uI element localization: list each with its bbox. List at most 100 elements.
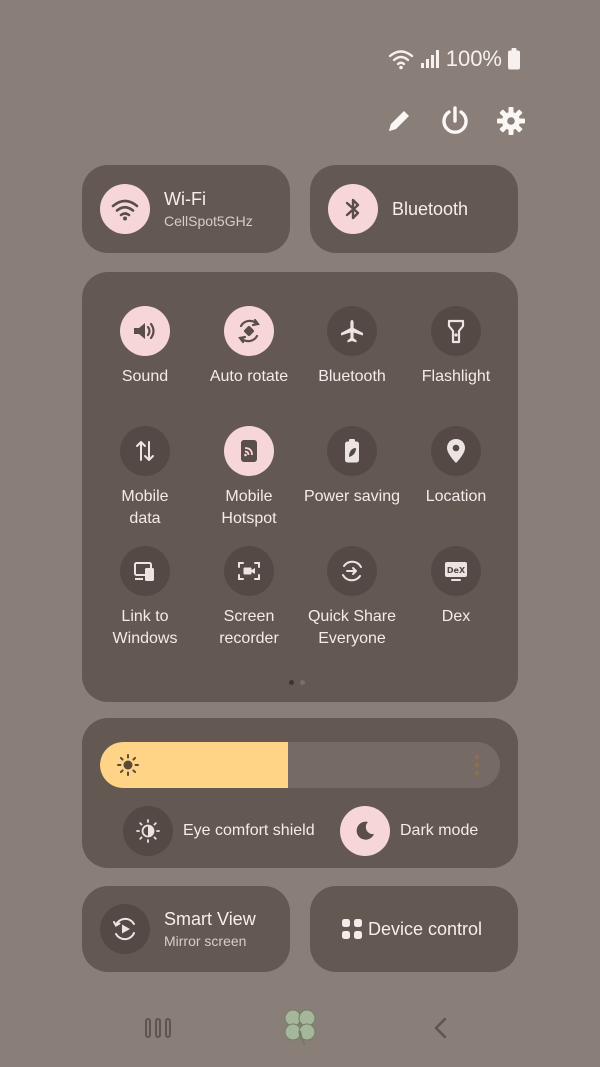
quick-settings-grid: Sound Auto rotate Bluetooth Flashlight M…	[82, 272, 518, 702]
power-icon	[442, 106, 468, 134]
smart-view-icon	[113, 917, 135, 941]
qs-mobile-hotspot-label: Mobile Hotspot	[221, 488, 277, 527]
page-dot	[300, 680, 305, 685]
bluetooth-tile[interactable]: Bluetooth	[310, 165, 518, 253]
cell-signal-icon	[420, 50, 439, 68]
edit-button[interactable]	[382, 104, 416, 138]
qs-auto-rotate-toggle[interactable]	[224, 306, 274, 356]
qs-link-to-windows-toggle[interactable]	[120, 546, 170, 596]
dark-mode[interactable]: Dark mode	[340, 806, 478, 856]
recents-button[interactable]	[138, 1008, 178, 1048]
qs-sound[interactable]: Sound	[93, 306, 197, 388]
flashlight-icon	[447, 319, 465, 344]
back-chevron-icon	[434, 1017, 447, 1039]
qs-power-saving-label: Power saving	[303, 488, 401, 505]
qs-quick-share-toggle[interactable]	[327, 546, 377, 596]
qs-dex-toggle[interactable]: DeX	[431, 546, 481, 596]
qs-sound-label: Sound	[121, 368, 169, 385]
bluetooth-title: Bluetooth	[392, 198, 469, 219]
brightness-more-icon[interactable]	[474, 754, 480, 776]
qs-quick-share[interactable]: Quick Share Everyone	[300, 546, 404, 650]
smart-view-toggle[interactable]	[100, 904, 150, 954]
battery-percent: 100%	[445, 46, 502, 71]
wifi-icon	[111, 199, 139, 221]
wifi-toggle[interactable]	[100, 184, 150, 234]
qs-power-saving[interactable]: Power saving	[300, 426, 404, 508]
qs-dex-label: Dex	[441, 608, 471, 625]
qs-location-label: Location	[425, 488, 487, 505]
data-arrows-icon	[136, 441, 154, 461]
qs-screen-recorder[interactable]: Screen recorder	[197, 546, 301, 650]
qs-location-toggle[interactable]	[431, 426, 481, 476]
moon-icon	[356, 821, 374, 840]
qs-mobile-hotspot[interactable]: Mobile Hotspot	[197, 426, 301, 530]
qs-link-to-windows-label: Link to Windows	[112, 608, 178, 647]
screen-recorder-icon	[238, 562, 260, 580]
eye-comfort-icon	[136, 819, 160, 843]
page-dot-active	[289, 680, 294, 685]
device-control-icon	[342, 919, 362, 939]
qs-location[interactable]: Location	[404, 426, 508, 508]
dex-icon: DeX	[445, 562, 467, 581]
page-indicator	[289, 680, 305, 685]
qs-power-saving-toggle[interactable]	[327, 426, 377, 476]
qs-airplane-label: Bluetooth	[318, 368, 386, 385]
qs-airplane-mode[interactable]: Bluetooth	[300, 306, 404, 388]
wifi-network-name: CellSpot5GHz	[164, 213, 253, 229]
wifi-title: Wi-Fi	[164, 189, 206, 209]
wifi-tile[interactable]: Wi-Fi CellSpot5GHz	[82, 165, 290, 253]
pencil-icon	[389, 111, 409, 131]
status-bar: 100%	[388, 46, 520, 72]
qs-dex[interactable]: DeX Dex	[404, 546, 508, 628]
device-control-tile[interactable]: Device control	[310, 886, 518, 972]
recents-icon	[145, 1018, 171, 1038]
qs-link-to-windows[interactable]: Link to Windows	[93, 546, 197, 650]
qs-mobile-data[interactable]: Mobile data	[93, 426, 197, 530]
dark-mode-label: Dark mode	[400, 822, 478, 839]
rotate-icon	[238, 318, 260, 344]
bluetooth-toggle[interactable]	[328, 184, 378, 234]
bluetooth-icon	[345, 198, 360, 220]
qs-airplane-toggle[interactable]	[327, 306, 377, 356]
top-actions	[382, 104, 528, 138]
qs-flashlight-label: Flashlight	[421, 368, 491, 385]
eye-comfort-toggle[interactable]	[123, 806, 173, 856]
clover-icon	[284, 1009, 316, 1046]
qs-auto-rotate-label: Auto rotate	[209, 368, 289, 385]
gear-icon	[497, 107, 525, 135]
brightness-slider[interactable]	[100, 742, 500, 788]
quick-share-icon	[342, 560, 362, 582]
qs-flashlight-toggle[interactable]	[431, 306, 481, 356]
power-button[interactable]	[438, 104, 472, 138]
qs-mobile-hotspot-toggle[interactable]	[224, 426, 274, 476]
battery-leaf-icon	[345, 439, 359, 463]
smart-view-title: Smart View	[164, 909, 256, 929]
eye-comfort-label: Eye comfort shield	[183, 822, 315, 839]
link-windows-icon	[134, 562, 154, 581]
wifi-signal-icon	[388, 50, 413, 70]
qs-screen-recorder-toggle[interactable]	[224, 546, 274, 596]
location-pin-icon	[447, 439, 465, 463]
qs-screen-recorder-label: Screen recorder	[219, 608, 279, 647]
qs-sound-toggle[interactable]	[120, 306, 170, 356]
smart-view-subtitle: Mirror screen	[164, 933, 247, 949]
airplane-icon	[341, 320, 363, 343]
smart-view-tile[interactable]: Smart View Mirror screen	[82, 886, 290, 972]
device-control-title: Device control	[368, 918, 483, 939]
qs-mobile-data-label: Mobile data	[121, 488, 169, 527]
eye-comfort-shield[interactable]: Eye comfort shield	[123, 806, 315, 856]
qs-auto-rotate[interactable]: Auto rotate	[197, 306, 301, 388]
speaker-icon	[134, 322, 155, 340]
home-button[interactable]	[278, 1004, 322, 1048]
hotspot-icon	[241, 440, 257, 462]
navigation-bar	[0, 1000, 600, 1054]
qs-mobile-data-toggle[interactable]	[120, 426, 170, 476]
back-button[interactable]	[420, 1008, 460, 1048]
brightness-sun-icon	[117, 754, 139, 776]
settings-button[interactable]	[494, 104, 528, 138]
svg-text:DeX: DeX	[447, 566, 466, 575]
battery-icon	[508, 48, 520, 70]
qs-quick-share-label: Quick Share Everyone	[307, 608, 397, 647]
dark-mode-toggle[interactable]	[340, 806, 390, 856]
qs-flashlight[interactable]: Flashlight	[404, 306, 508, 388]
